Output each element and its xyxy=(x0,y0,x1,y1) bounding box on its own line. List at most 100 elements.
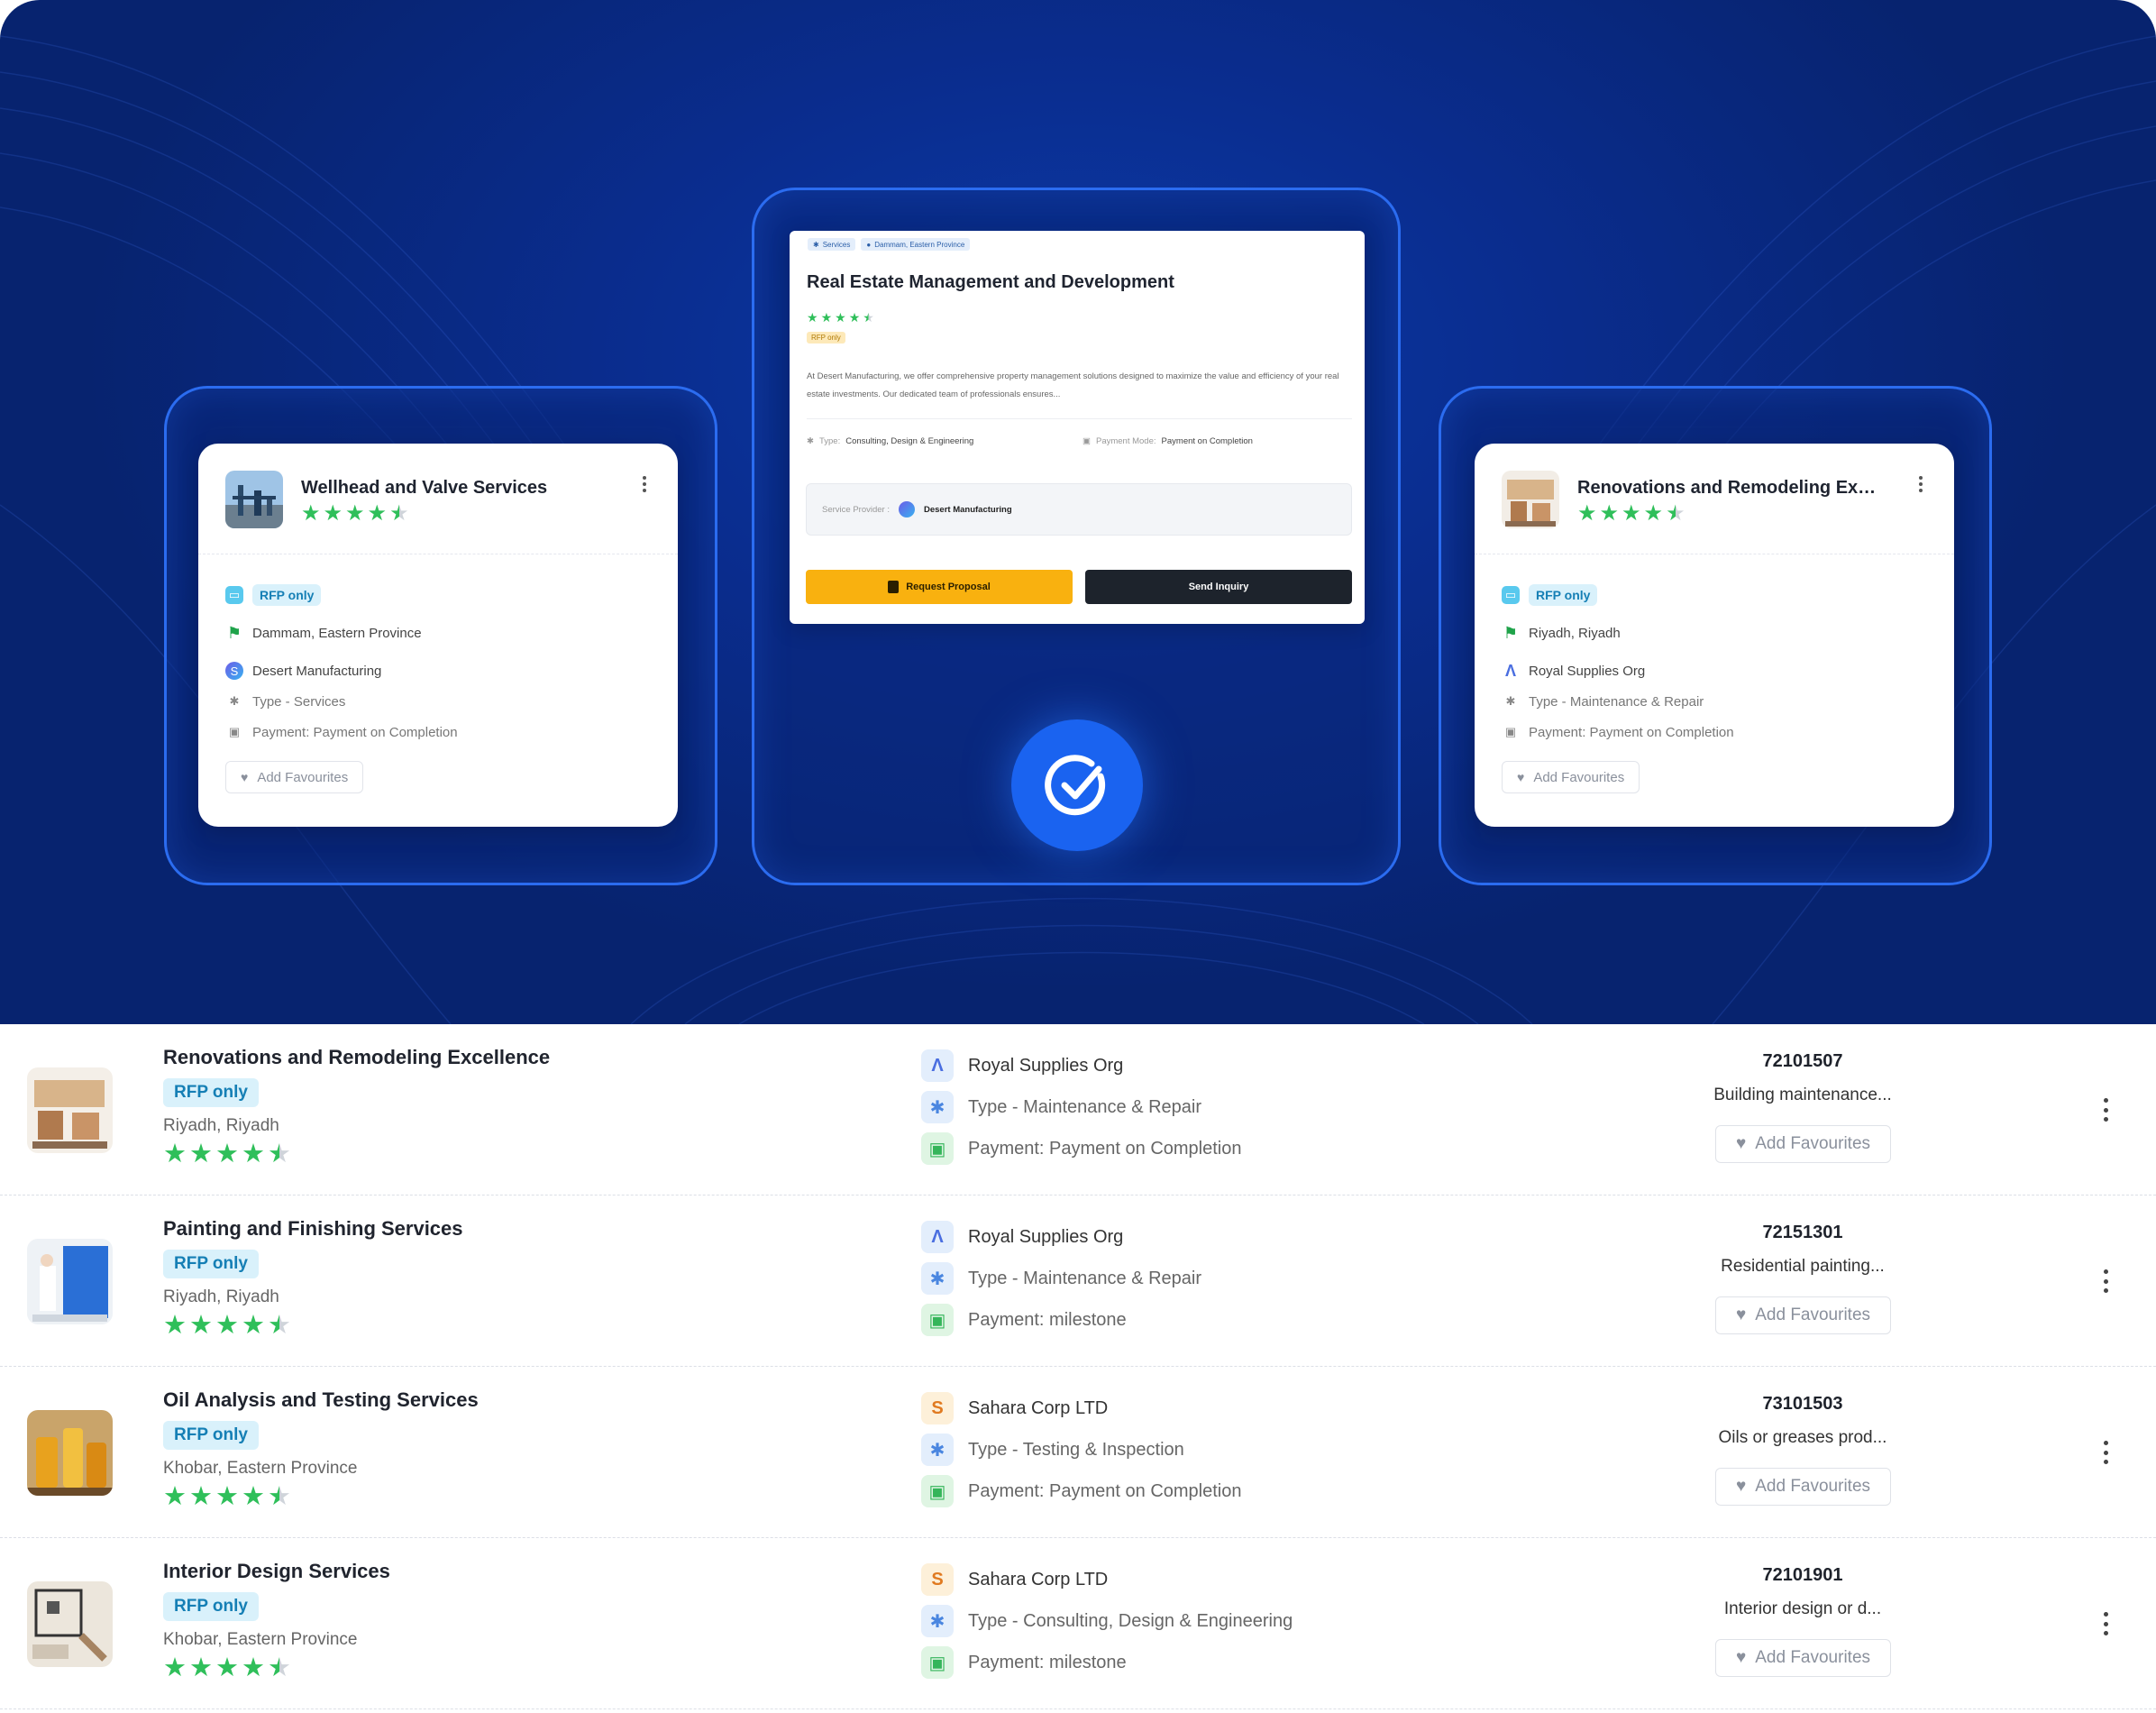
type-text: Type - Testing & Inspection xyxy=(968,1439,1184,1460)
payment-text: Payment: milestone xyxy=(968,1652,1127,1672)
service-title[interactable]: Renovations and Remodeling Excellence xyxy=(163,1046,550,1069)
card-title[interactable]: Real Estate Management and Development xyxy=(807,272,1174,293)
payment-icon: ▣ xyxy=(228,725,241,738)
provider-name[interactable]: Royal Supplies Org xyxy=(1529,664,1645,679)
service-title[interactable]: Wellhead and Valve Services xyxy=(301,478,608,499)
service-title[interactable]: Oil Analysis and Testing Services xyxy=(163,1388,479,1412)
flag-icon: ⚑ xyxy=(226,623,242,642)
more-options-icon[interactable] xyxy=(2104,1612,2109,1635)
service-provider-box[interactable]: Service Provider : Desert Manufacturing xyxy=(806,483,1352,536)
gear-icon: ✱ xyxy=(921,1605,954,1637)
add-favourites-label: Add Favourites xyxy=(1755,1305,1871,1324)
gear-icon: ✱ xyxy=(921,1091,954,1123)
service-thumbnail xyxy=(27,1067,113,1153)
check-circle-icon xyxy=(1011,719,1143,851)
rfp-badge: RFP only xyxy=(163,1078,259,1107)
card-description: At Desert Manufacturing, we offer compre… xyxy=(807,371,1339,399)
wallet-icon: ▭ xyxy=(1502,586,1520,604)
list-item[interactable]: Oil Analysis and Testing Services RFP on… xyxy=(0,1367,2156,1538)
more-options-icon[interactable] xyxy=(1914,471,1927,498)
provider-logo-icon xyxy=(898,501,915,518)
rating-stars: ★ ★ ★ ★ ★ xyxy=(163,1653,291,1682)
gear-icon: ✱ xyxy=(813,240,819,249)
gear-icon: ✱ xyxy=(229,694,240,708)
heart-icon: ♥ xyxy=(1735,1134,1747,1153)
code-description: Building maintenance... xyxy=(1713,1086,1892,1104)
service-title[interactable]: Renovations and Remodeling Excell... xyxy=(1577,478,1884,499)
provider-logo-icon: S xyxy=(921,1563,954,1596)
service-thumbnail xyxy=(225,471,283,528)
rating-stars: ★ ★ ★ ★ ★ xyxy=(163,1482,291,1511)
request-proposal-button[interactable]: Request Proposal xyxy=(806,570,1073,604)
add-favourites-button[interactable]: ♥ Add Favourites xyxy=(1715,1639,1891,1677)
code-description: Residential painting... xyxy=(1721,1257,1885,1276)
payment-text: Payment: Payment on Completion xyxy=(252,724,458,740)
type-text: Type - Maintenance & Repair xyxy=(1529,693,1704,710)
service-title[interactable]: Interior Design Services xyxy=(163,1560,390,1583)
list-item[interactable]: Painting and Finishing Services RFP only… xyxy=(0,1195,2156,1367)
rfp-badge: RFP only xyxy=(1529,584,1598,606)
more-options-icon[interactable] xyxy=(2104,1269,2109,1293)
wallet-icon: ▣ xyxy=(921,1646,954,1679)
more-options-icon[interactable] xyxy=(2104,1441,2109,1464)
list-item[interactable]: Renovations and Remodeling Excellence RF… xyxy=(0,1024,2156,1195)
provider-logo-icon: S xyxy=(225,662,243,680)
provider-name[interactable]: Desert Manufacturing xyxy=(252,664,381,679)
rating-stars: ★ ★ ★ ★ ★ xyxy=(1577,501,1686,526)
service-thumbnail xyxy=(1502,471,1559,528)
type-text: Type - Consulting, Design & Engineering xyxy=(968,1610,1293,1631)
gear-icon: ✱ xyxy=(807,436,814,446)
add-favourites-button[interactable]: ♥ Add Favourites xyxy=(1715,1125,1891,1163)
provider-name[interactable]: Royal Supplies Org xyxy=(968,1056,1123,1076)
add-favourites-label: Add Favourites xyxy=(1755,1477,1871,1496)
send-inquiry-button[interactable]: Send Inquiry xyxy=(1085,570,1352,604)
category-tag: ✱ Services xyxy=(808,238,856,251)
rfp-badge: RFP only xyxy=(163,1592,259,1621)
type-value: Consulting, Design & Engineering xyxy=(845,436,974,446)
provider-label: Service Provider : xyxy=(822,504,890,515)
location-text: Dammam, Eastern Province xyxy=(252,625,422,641)
type-text: Type - Maintenance & Repair xyxy=(968,1096,1202,1117)
payment-icon: ▣ xyxy=(1083,436,1091,446)
more-options-icon[interactable] xyxy=(638,471,651,498)
rating-stars: ★ ★ ★ ★ ★ xyxy=(163,1140,291,1168)
payment-text: Payment: milestone xyxy=(968,1309,1127,1330)
add-favourites-label: Add Favourites xyxy=(1755,1648,1871,1667)
right-service-card[interactable]: Renovations and Remodeling Excell... ★ ★ ★… xyxy=(1475,444,1954,827)
request-proposal-label: Request Proposal xyxy=(906,582,991,592)
flag-icon: ⚑ xyxy=(1503,623,1519,642)
location-pin-icon: ● xyxy=(866,240,872,249)
center-service-card[interactable]: ✱ Services ● Dammam, Eastern Province Real… xyxy=(790,231,1365,624)
wallet-icon: ▣ xyxy=(921,1475,954,1507)
service-title[interactable]: Painting and Finishing Services xyxy=(163,1217,463,1241)
rfp-badge: RFP only xyxy=(252,584,322,606)
provider-name[interactable]: Sahara Corp LTD xyxy=(968,1398,1108,1419)
wallet-icon: ▣ xyxy=(921,1132,954,1165)
provider-name: Desert Manufacturing xyxy=(923,504,1012,515)
provider-name[interactable]: Royal Supplies Org xyxy=(968,1227,1123,1248)
location-text: Riyadh, Riyadh xyxy=(163,1116,279,1135)
rating-stars: ★ ★ ★ ★ ★ xyxy=(807,307,874,328)
gear-icon: ✱ xyxy=(1505,694,1516,708)
wallet-icon: ▣ xyxy=(921,1304,954,1336)
gear-icon: ✱ xyxy=(921,1262,954,1295)
rfp-badge: RFP only xyxy=(163,1250,259,1278)
add-favourites-button[interactable]: ♥ Add Favourites xyxy=(1715,1468,1891,1506)
product-code: 72101507 xyxy=(1762,1051,1843,1071)
payment-text: Payment: Payment on Completion xyxy=(968,1480,1242,1501)
add-favourites-button[interactable]: ♥ Add Favourites xyxy=(1715,1296,1891,1334)
payment-label: Payment Mode: xyxy=(1095,436,1156,446)
rating-stars: ★ ★ ★ ★ ★ xyxy=(301,501,409,526)
add-favourites-button[interactable]: ♥ Add Favourites xyxy=(1502,761,1640,793)
payment-text: Payment: Payment on Completion xyxy=(1529,724,1734,740)
left-service-card[interactable]: Wellhead and Valve Services ★ ★ ★ ★ ★ ▭ RFP … xyxy=(198,444,678,827)
heart-icon: ♥ xyxy=(1517,770,1525,784)
add-favourites-button[interactable]: ♥ Add Favourites xyxy=(225,761,364,793)
rfp-badge: RFP only xyxy=(163,1421,259,1450)
list-item[interactable]: Interior Design Services RFP only Khobar… xyxy=(0,1538,2156,1709)
payment-icon: ▣ xyxy=(1504,725,1517,738)
provider-name[interactable]: Sahara Corp LTD xyxy=(968,1570,1108,1590)
more-options-icon[interactable] xyxy=(2104,1098,2109,1122)
add-favourites-label: Add Favourites xyxy=(257,769,349,785)
payment-value: Payment on Completion xyxy=(1161,436,1253,446)
